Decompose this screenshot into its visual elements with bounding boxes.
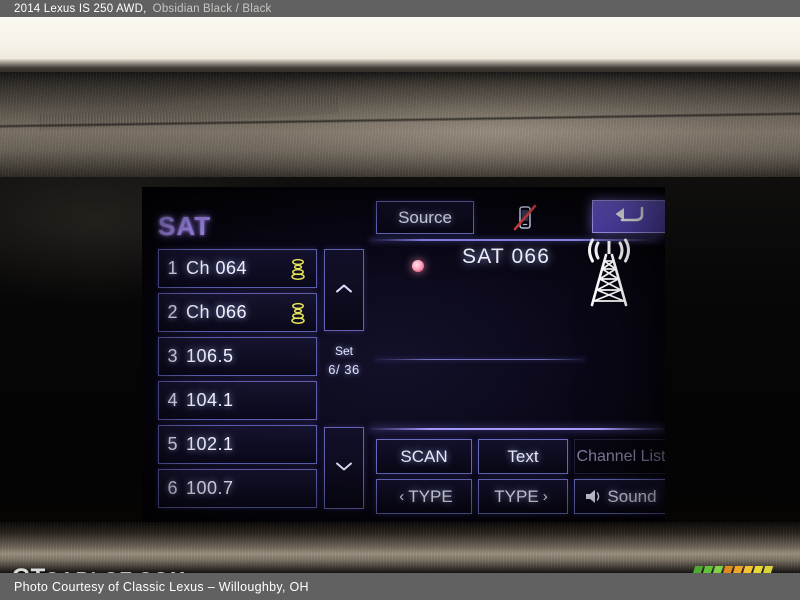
watermark-domain: CARLOT.COM (45, 569, 187, 573)
return-button[interactable] (592, 200, 665, 233)
type-previous-label: TYPE (408, 486, 453, 506)
source-button[interactable]: Source (376, 201, 474, 234)
scan-button[interactable]: SCAN (376, 439, 472, 474)
preset-set-indicator: Set 6/ 36 (324, 344, 364, 377)
type-next-button[interactable]: TYPE › (478, 479, 568, 514)
infotainment-screen[interactable]: SAT 1 Ch 064 2 Ch 066 3 106.5 4 104.1 5 … (142, 187, 665, 522)
vehicle-color-combo: Obsidian Black / Black (152, 2, 272, 15)
watermark-colorbars (688, 566, 791, 573)
scroll-down-button[interactable] (324, 427, 364, 509)
preset-value: Ch 066 (186, 302, 248, 322)
site-watermark: GT CARLOT.COM (12, 564, 187, 573)
vehicle-photo: SAT 1 Ch 064 2 Ch 066 3 106.5 4 104.1 5 … (0, 17, 800, 573)
preset-number: 6 (167, 478, 178, 498)
button-area-divider (370, 428, 665, 430)
sound-button[interactable]: Sound (574, 479, 665, 514)
page-footer: Photo Courtesy of Classic Lexus – Willou… (0, 573, 800, 600)
satellite-signal-icon (285, 302, 311, 324)
preset-number: 2 (167, 302, 178, 322)
channel-list-button[interactable]: Channel List (574, 439, 665, 474)
preset-row[interactable]: 4 104.1 (158, 381, 317, 420)
preset-value: Ch 064 (186, 258, 248, 278)
preset-value: 104.1 (186, 390, 234, 410)
chevron-right-icon: › (542, 488, 548, 505)
now-playing-channel: SAT 066 (462, 245, 551, 268)
preset-row[interactable]: 6 100.7 (158, 469, 317, 508)
type-previous-button[interactable]: ‹ TYPE (376, 479, 472, 514)
photo-credit: Photo Courtesy of Classic Lexus – Willou… (14, 579, 309, 594)
return-arrow-icon (613, 204, 647, 229)
scroll-up-button[interactable] (324, 249, 364, 331)
preset-number: 3 (167, 346, 178, 366)
preset-value: 102.1 (186, 434, 234, 454)
preset-row[interactable]: 1 Ch 064 (158, 249, 317, 288)
preset-scroll-column: Set 6/ 36 (324, 249, 364, 509)
preset-row[interactable]: 5 102.1 (158, 425, 317, 464)
sound-label: Sound (607, 486, 657, 506)
preset-number: 1 (167, 258, 178, 278)
preset-list: 1 Ch 064 2 Ch 066 3 106.5 4 104.1 5 102.… (158, 249, 317, 513)
audio-mode-label: SAT (158, 211, 212, 241)
screen-right-panel: Source SAT 066 SCAN Text Channel List ‹ … (370, 187, 665, 522)
satellite-signal-icon (285, 258, 311, 280)
phone-disabled-icon (510, 203, 540, 233)
title-separator: , (143, 2, 153, 15)
now-playing-divider (374, 359, 586, 360)
broadcast-tower-icon (576, 235, 642, 311)
preset-row[interactable]: 2 Ch 066 (158, 293, 317, 332)
signal-dot-indicator (412, 260, 424, 272)
text-button[interactable]: Text (478, 439, 568, 474)
vehicle-title: 2014 Lexus IS 250 AWD (14, 2, 144, 15)
preset-value: 106.5 (186, 346, 234, 366)
page-title-bar: 2014 Lexus IS 250 AWD , Obsidian Black /… (0, 0, 800, 17)
preset-number: 5 (167, 434, 178, 454)
dashboard-seam (0, 111, 800, 129)
chevron-up-icon (335, 281, 353, 299)
set-count: 6/ 36 (328, 362, 360, 377)
type-next-label: TYPE (494, 486, 539, 506)
speaker-icon (585, 489, 602, 504)
preset-value: 100.7 (186, 478, 234, 498)
preset-number: 4 (167, 390, 178, 410)
watermark-brand: GT (12, 564, 45, 573)
chevron-left-icon: ‹ (399, 488, 405, 505)
chevron-down-icon (335, 459, 353, 477)
dashboard-pad (0, 72, 800, 187)
set-label: Set (334, 344, 353, 358)
preset-row[interactable]: 3 106.5 (158, 337, 317, 376)
dashboard-vent-texture (39, 97, 341, 131)
